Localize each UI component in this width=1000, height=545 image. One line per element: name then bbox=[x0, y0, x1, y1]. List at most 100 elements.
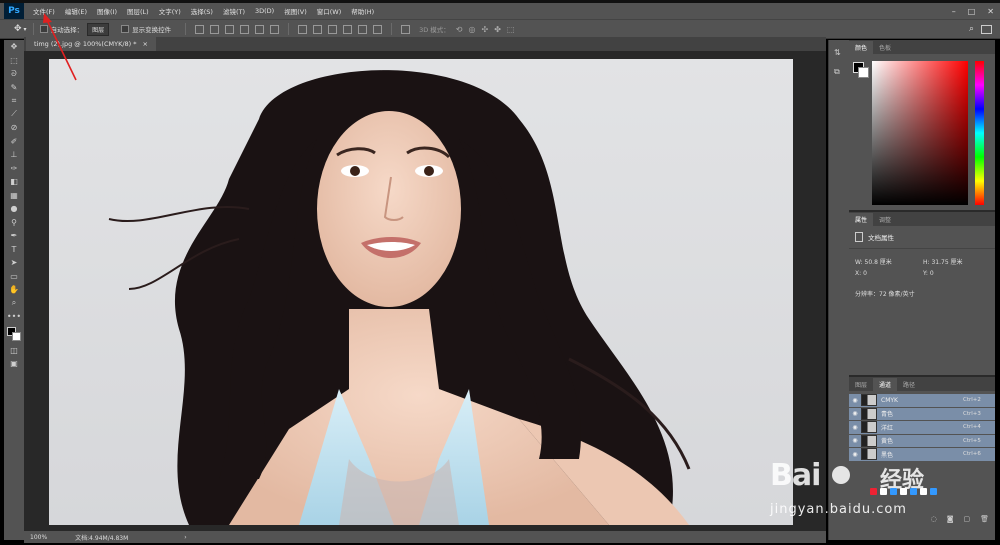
distribute-left-icon[interactable] bbox=[343, 24, 353, 34]
actions-icon[interactable]: ⧉ bbox=[834, 67, 844, 77]
tab-adjustments[interactable]: 调整 bbox=[873, 213, 897, 226]
dodge-tool-icon[interactable]: ⚲ bbox=[4, 216, 24, 230]
eraser-tool-icon[interactable]: ◧ bbox=[4, 175, 24, 189]
fg-bg-colors[interactable] bbox=[4, 324, 24, 344]
eyedropper-tool-icon[interactable]: ⟋ bbox=[4, 108, 24, 122]
menu-layer[interactable]: 图层(L) bbox=[122, 6, 154, 16]
type-tool-icon[interactable]: T bbox=[4, 243, 24, 257]
background-color-swatch[interactable] bbox=[858, 67, 869, 78]
menu-image[interactable]: 图像(I) bbox=[92, 6, 122, 16]
healing-brush-icon[interactable]: ⊘ bbox=[4, 121, 24, 135]
hand-tool-icon[interactable]: ✋ bbox=[4, 283, 24, 297]
align-left-icon[interactable] bbox=[240, 24, 250, 34]
chevron-right-icon[interactable]: › bbox=[184, 534, 186, 541]
close-tab-icon[interactable]: × bbox=[143, 40, 148, 48]
new-channel-icon[interactable]: ▢ bbox=[963, 515, 970, 523]
tab-layers[interactable]: 图层 bbox=[849, 378, 873, 391]
align-middle-icon[interactable] bbox=[210, 24, 220, 34]
history-icon[interactable]: ⇅ bbox=[834, 48, 844, 57]
align-bottom-icon[interactable] bbox=[225, 24, 235, 34]
eye-icon[interactable]: ◉ bbox=[849, 397, 861, 404]
shape-tool-icon[interactable]: ▭ bbox=[4, 270, 24, 284]
move-tool-icon[interactable]: ✥ bbox=[14, 24, 22, 34]
background-color-swatch[interactable] bbox=[12, 331, 21, 341]
3d-roll-icon[interactable]: ◎ bbox=[469, 25, 476, 34]
more-tools-icon[interactable]: ••• bbox=[4, 310, 24, 324]
ime-tool-icon[interactable] bbox=[930, 488, 937, 495]
tab-swatches[interactable]: 色板 bbox=[873, 41, 897, 54]
menu-3d[interactable]: 3D(D) bbox=[250, 7, 279, 15]
lasso-tool-icon[interactable]: ᘐ bbox=[4, 67, 24, 81]
channel-row[interactable]: ◉ CMYK Ctrl+2 bbox=[849, 394, 995, 407]
ime-voice-icon[interactable] bbox=[900, 488, 907, 495]
minimize-icon[interactable]: – bbox=[952, 7, 956, 16]
channel-row[interactable]: ◉ 黑色 Ctrl+6 bbox=[849, 448, 995, 461]
3d-slide-icon[interactable]: ✤ bbox=[494, 25, 501, 34]
eye-icon[interactable]: ◉ bbox=[849, 437, 861, 444]
quick-select-tool-icon[interactable]: ✎ bbox=[4, 81, 24, 95]
quick-mask-icon[interactable]: ◫ bbox=[4, 344, 24, 358]
x-value[interactable]: 0 bbox=[863, 270, 867, 277]
chevron-down-icon[interactable]: ▾ bbox=[24, 26, 27, 33]
distribute-bottom-icon[interactable] bbox=[328, 24, 338, 34]
screen-mode-icon[interactable]: ▣ bbox=[4, 357, 24, 371]
distribute-top-icon[interactable] bbox=[298, 24, 308, 34]
crop-tool-icon[interactable]: ⌗ bbox=[4, 94, 24, 108]
color-picker-field[interactable] bbox=[872, 61, 968, 205]
3d-pan-icon[interactable]: ✣ bbox=[481, 25, 488, 34]
channel-row[interactable]: ◉ 洋红 Ctrl+4 bbox=[849, 421, 995, 434]
blur-tool-icon[interactable]: ● bbox=[4, 202, 24, 216]
eye-icon[interactable]: ◉ bbox=[849, 410, 861, 417]
auto-align-icon[interactable] bbox=[401, 24, 411, 34]
channel-row[interactable]: ◉ 黄色 Ctrl+5 bbox=[849, 434, 995, 447]
menu-filter[interactable]: 滤镜(T) bbox=[218, 6, 250, 16]
ime-punct-icon[interactable] bbox=[890, 488, 897, 495]
align-right-icon[interactable] bbox=[270, 24, 280, 34]
distribute-middle-icon[interactable] bbox=[313, 24, 323, 34]
menu-window[interactable]: 窗口(W) bbox=[312, 6, 347, 16]
menu-select[interactable]: 选择(S) bbox=[186, 6, 218, 16]
menu-type[interactable]: 文字(Y) bbox=[154, 6, 186, 16]
ime-skin-icon[interactable] bbox=[920, 488, 927, 495]
stamp-tool-icon[interactable]: ⊥ bbox=[4, 148, 24, 162]
gradient-tool-icon[interactable]: ▦ bbox=[4, 189, 24, 203]
channel-row[interactable]: ◉ 青色 Ctrl+3 bbox=[849, 407, 995, 420]
align-top-icon[interactable] bbox=[195, 24, 205, 34]
tab-color[interactable]: 颜色 bbox=[849, 41, 874, 54]
save-selection-icon[interactable]: ◙ bbox=[947, 515, 954, 523]
distribute-center-icon[interactable] bbox=[358, 24, 368, 34]
ime-keyboard-icon[interactable] bbox=[910, 488, 917, 495]
brush-tool-icon[interactable]: ✐ bbox=[4, 135, 24, 149]
path-select-icon[interactable]: ➤ bbox=[4, 256, 24, 270]
close-icon[interactable]: ✕ bbox=[987, 7, 994, 16]
3d-scale-icon[interactable]: ⬚ bbox=[507, 25, 515, 34]
delete-channel-icon[interactable]: 🗑 bbox=[980, 515, 989, 523]
menu-help[interactable]: 帮助(H) bbox=[346, 6, 379, 16]
history-brush-icon[interactable]: ✑ bbox=[4, 162, 24, 176]
image-canvas[interactable] bbox=[49, 59, 793, 525]
menu-view[interactable]: 视图(V) bbox=[279, 6, 312, 16]
pen-tool-icon[interactable]: ✒ bbox=[4, 229, 24, 243]
document-size-info[interactable]: 文档:4.94M/4.83M bbox=[75, 533, 128, 542]
height-value[interactable]: 31.75 厘米 bbox=[931, 259, 962, 266]
width-value[interactable]: 50.8 厘米 bbox=[865, 259, 892, 266]
tab-channels[interactable]: 通道 bbox=[873, 378, 898, 391]
move-tool-icon[interactable]: ✥ bbox=[4, 40, 24, 54]
maximize-icon[interactable]: □ bbox=[968, 7, 976, 16]
workspace-icon[interactable] bbox=[981, 24, 992, 34]
align-center-icon[interactable] bbox=[255, 24, 265, 34]
eye-icon[interactable]: ◉ bbox=[849, 451, 861, 458]
search-icon[interactable]: ⌕ bbox=[969, 24, 974, 34]
distribute-right-icon[interactable] bbox=[373, 24, 383, 34]
ime-cn-icon[interactable] bbox=[880, 488, 887, 495]
load-selection-icon[interactable]: ◌ bbox=[931, 515, 937, 523]
3d-rotate-icon[interactable]: ⟲ bbox=[456, 25, 463, 34]
tab-properties[interactable]: 属性 bbox=[849, 213, 874, 226]
y-value[interactable]: 0 bbox=[930, 270, 934, 277]
auto-select-dropdown[interactable]: 图层 bbox=[87, 22, 110, 36]
hue-slider[interactable] bbox=[975, 61, 984, 205]
eye-icon[interactable]: ◉ bbox=[849, 424, 861, 431]
show-transform-checkbox[interactable] bbox=[121, 25, 130, 33]
tab-paths[interactable]: 路径 bbox=[897, 378, 921, 391]
zoom-level[interactable]: 100% bbox=[30, 534, 47, 541]
